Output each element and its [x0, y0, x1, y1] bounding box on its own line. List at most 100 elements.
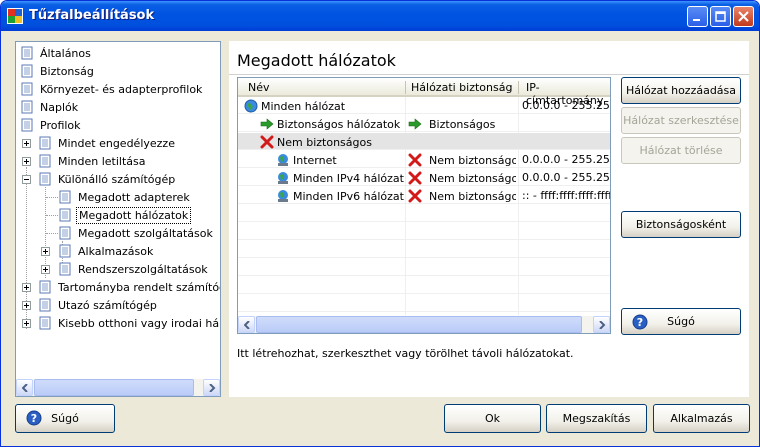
collapse-toggle[interactable]	[22, 175, 31, 184]
heading-divider	[229, 74, 749, 75]
tree-item-minden-letiltasa[interactable]: Minden letiltása	[38, 152, 148, 170]
expand-toggle[interactable]	[22, 319, 31, 328]
document-icon	[21, 64, 33, 78]
expand-toggle[interactable]	[41, 265, 50, 274]
network-globe-icon	[278, 190, 288, 202]
table-row[interactable]: Minden IPv4 hálózat Nem biztonságos 0.0.…	[238, 169, 610, 186]
ok-button[interactable]: Ok	[444, 404, 541, 433]
add-network-button[interactable]: Hálózat hozzáadása	[621, 77, 741, 104]
expand-toggle[interactable]	[41, 247, 50, 256]
help-button-side[interactable]: ? Súgó	[621, 308, 741, 335]
settings-tree[interactable]: Általános Biztonság Környezet- és adapte…	[15, 41, 221, 397]
cell-name: Minden IPv6 hálózat	[276, 189, 404, 203]
tree-item-label: Rendszerszolgáltatások	[78, 262, 208, 276]
svg-text:?: ?	[31, 412, 37, 425]
row-security-text: Nem biztonságos	[429, 189, 516, 203]
window-title: Tűzfalbeállítások	[29, 8, 155, 23]
tree-item-megadott-adapterek[interactable]: Megadott adapterek	[58, 188, 192, 206]
tree-item-tartomanyba[interactable]: Tartományba rendelt számítógép	[38, 278, 220, 296]
expand-toggle[interactable]	[22, 301, 31, 310]
tree-item-megadott-szolgaltatasok[interactable]: Megadott szolgáltatások	[58, 224, 215, 242]
expand-toggle[interactable]	[22, 283, 31, 292]
table-row[interactable]: Internet Nem biztonságos 0.0.0.0 - 255.2…	[238, 151, 610, 168]
row-range-text: 0.0.0.0 - 255.255.255.255	[522, 171, 610, 184]
cell-name: Minden IPv4 hálózat	[276, 171, 404, 185]
networks-table[interactable]: Név Hálózati biztonság IP-címtartomány M…	[237, 77, 611, 334]
cell-security: Biztonságos	[408, 117, 516, 131]
help-icon: ?	[26, 410, 42, 426]
minimize-button[interactable]	[687, 6, 708, 27]
title-bar[interactable]: Tűzfalbeállítások	[1, 1, 759, 31]
description-text: Itt létrehozhat, szerkeszthet vagy töröl…	[237, 347, 574, 360]
table-horizontal-scrollbar[interactable]	[238, 316, 610, 333]
table-row	[238, 241, 610, 258]
edit-network-button[interactable]: Hálózat szerkesztése	[621, 107, 741, 134]
cell-ip-range: 0.0.0.0 - 255.255.255.255	[522, 171, 610, 184]
tree-item-profilok[interactable]: Profilok	[20, 116, 83, 134]
arrow-right-icon	[209, 384, 216, 392]
tree-item-megadott-halozatok[interactable]: Megadott hálózatok	[58, 206, 192, 224]
tree-item-label: Naplók	[40, 100, 79, 114]
tree-item-kornyezet[interactable]: Környezet- és adapterprofilok	[20, 80, 204, 98]
column-separator[interactable]	[518, 81, 519, 94]
cell-security: Nem biztonságos	[408, 153, 516, 167]
column-separator[interactable]	[405, 81, 406, 94]
mark-safe-button[interactable]: Biztonságosként	[621, 211, 741, 238]
scroll-left-button[interactable]	[16, 379, 33, 396]
tree-horizontal-scrollbar[interactable]	[16, 379, 220, 396]
tree-item-label: Környezet- és adapterprofilok	[40, 82, 203, 96]
tree-item-kisebb-otthoni[interactable]: Kisebb otthoni vagy irodai hálózat	[38, 314, 221, 332]
green-arrow-icon	[408, 118, 422, 130]
table-row[interactable]: Nem biztonságos	[238, 133, 610, 150]
cell-security: Nem biztonságos	[408, 189, 516, 203]
expand-toggle[interactable]	[22, 139, 31, 148]
maximize-button[interactable]	[710, 6, 731, 27]
tree-item-label: Tartományba rendelt számítógép	[58, 280, 220, 294]
tree-connector	[46, 197, 58, 198]
cancel-button[interactable]: Megszakítás	[546, 404, 647, 433]
row-range-text: :: - ffff:ffff:ffff:ffff	[522, 189, 610, 202]
document-icon	[21, 100, 33, 114]
tree-item-kulonallo[interactable]: Különálló számítógép	[38, 170, 177, 188]
table-header: Név Hálózati biztonság IP-címtartomány	[238, 78, 610, 107]
arrow-left-icon	[244, 321, 250, 329]
tree-item-label: Profilok	[40, 118, 81, 132]
table-row[interactable]: Minden IPv6 hálózat Nem biztonságos :: -…	[238, 187, 610, 204]
tree-item-biztonsag[interactable]: Biztonság	[20, 62, 96, 80]
apply-button[interactable]: Alkalmazás	[653, 404, 750, 433]
scroll-thumb[interactable]	[256, 316, 582, 333]
tree-connector	[46, 233, 58, 234]
table-row	[238, 223, 610, 240]
avg-logo-icon	[7, 8, 23, 24]
table-row[interactable]: Minden hálózat 0.0.0.0 - 255.255.255.255	[238, 97, 610, 114]
table-row[interactable]: Biztonságos hálózatok Biztonságos	[238, 115, 610, 132]
tree-item-alkalmazasok[interactable]: Alkalmazások	[58, 242, 155, 260]
tree-item-label: Mindet engedélyezze	[58, 136, 175, 150]
delete-network-button[interactable]: Hálózat törlése	[621, 137, 741, 164]
tree-connector	[46, 215, 58, 216]
tree-item-altalanos[interactable]: Általános	[20, 44, 93, 62]
tree-item-rendszerszolgaltatasok[interactable]: Rendszerszolgáltatások	[58, 260, 210, 278]
column-header-security[interactable]: Hálózati biztonság	[411, 81, 512, 94]
network-globe-icon	[278, 172, 288, 184]
row-name-text: Internet	[293, 153, 337, 167]
scroll-left-button[interactable]	[238, 316, 255, 333]
scroll-thumb[interactable]	[34, 379, 194, 396]
close-button[interactable]	[733, 6, 754, 27]
scroll-right-button[interactable]	[203, 379, 220, 396]
row-range-text: 0.0.0.0 - 255.255.255.255	[522, 153, 610, 166]
tree-item-label: Megadott szolgáltatások	[78, 226, 213, 240]
tree-item-mindet-engedelyezze[interactable]: Mindet engedélyezze	[38, 134, 177, 152]
column-header-name[interactable]: Név	[248, 81, 270, 94]
expand-toggle[interactable]	[22, 157, 31, 166]
help-button-label: Súgó	[667, 315, 695, 328]
help-button-footer[interactable]: ? Súgó	[15, 404, 115, 433]
help-icon: ?	[632, 314, 648, 330]
document-icon	[21, 118, 33, 132]
document-icon	[39, 298, 51, 312]
row-security-text: Biztonságos	[429, 117, 496, 131]
tree-item-label: Kisebb otthoni vagy irodai hálózat	[58, 316, 221, 330]
tree-item-utazo[interactable]: Utazó számítógép	[38, 296, 159, 314]
tree-item-naplok[interactable]: Naplók	[20, 98, 80, 116]
scroll-right-button[interactable]	[593, 316, 610, 333]
